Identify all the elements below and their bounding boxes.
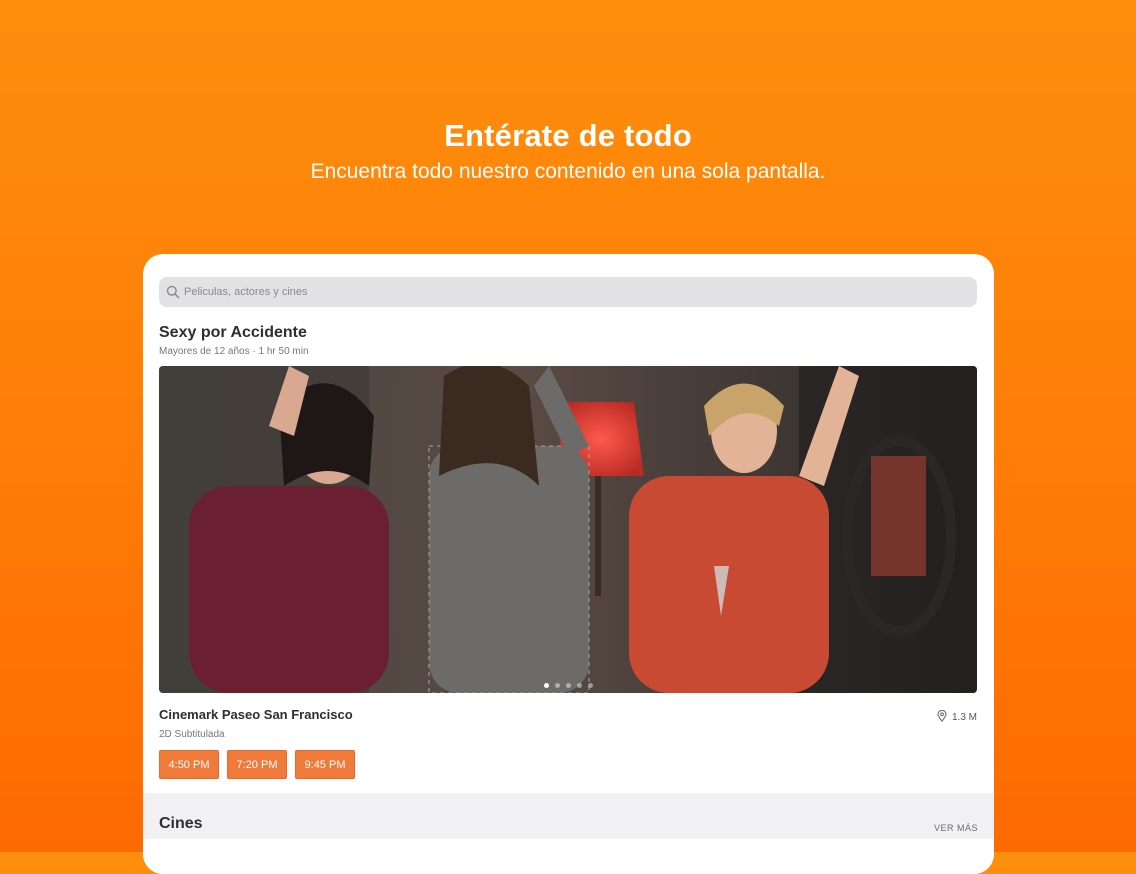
cinema-distance: 1.3 M <box>937 709 977 725</box>
movie-meta: Mayores de 12 años · 1 hr 50 min <box>159 346 309 357</box>
showtime-list: 4:50 PM 7:20 PM 9:45 PM <box>159 750 355 779</box>
cinemas-section: Cines VER MÁS <box>143 793 994 874</box>
carousel-dot[interactable] <box>554 683 560 688</box>
search-bar[interactable] <box>159 277 977 307</box>
app-screen: Sexy por Accidente Mayores de 12 años · … <box>143 254 994 874</box>
carousel-dot[interactable] <box>565 683 571 688</box>
section-title: Cines <box>159 815 203 832</box>
carousel-dot[interactable] <box>587 683 593 688</box>
distance-value: 1.3 M <box>951 712 977 723</box>
cinema-name[interactable]: Cinemark Paseo San Francisco <box>159 707 353 722</box>
showtime-button[interactable]: 7:20 PM <box>227 750 287 779</box>
showtime-button[interactable]: 9:45 PM <box>295 750 355 779</box>
cinema-format: 2D Subtitulada <box>159 729 225 740</box>
carousel-dot[interactable] <box>543 683 549 688</box>
showtime-button[interactable]: 4:50 PM <box>159 750 219 779</box>
movie-carousel[interactable] <box>159 366 977 693</box>
movie-title[interactable]: Sexy por Accidente <box>159 324 307 342</box>
carousel-pagination[interactable] <box>159 683 977 688</box>
location-pin-icon <box>937 709 947 725</box>
section-content <box>143 839 994 874</box>
see-more-link[interactable]: VER MÁS <box>934 823 978 833</box>
search-icon <box>166 285 180 299</box>
hero-subtitle: Encuentra todo nuestro contenido en una … <box>310 160 826 183</box>
carousel-dot[interactable] <box>576 683 582 688</box>
movie-still-image <box>159 366 977 693</box>
hero-title: Entérate de todo <box>444 118 692 153</box>
search-input[interactable] <box>184 286 977 298</box>
